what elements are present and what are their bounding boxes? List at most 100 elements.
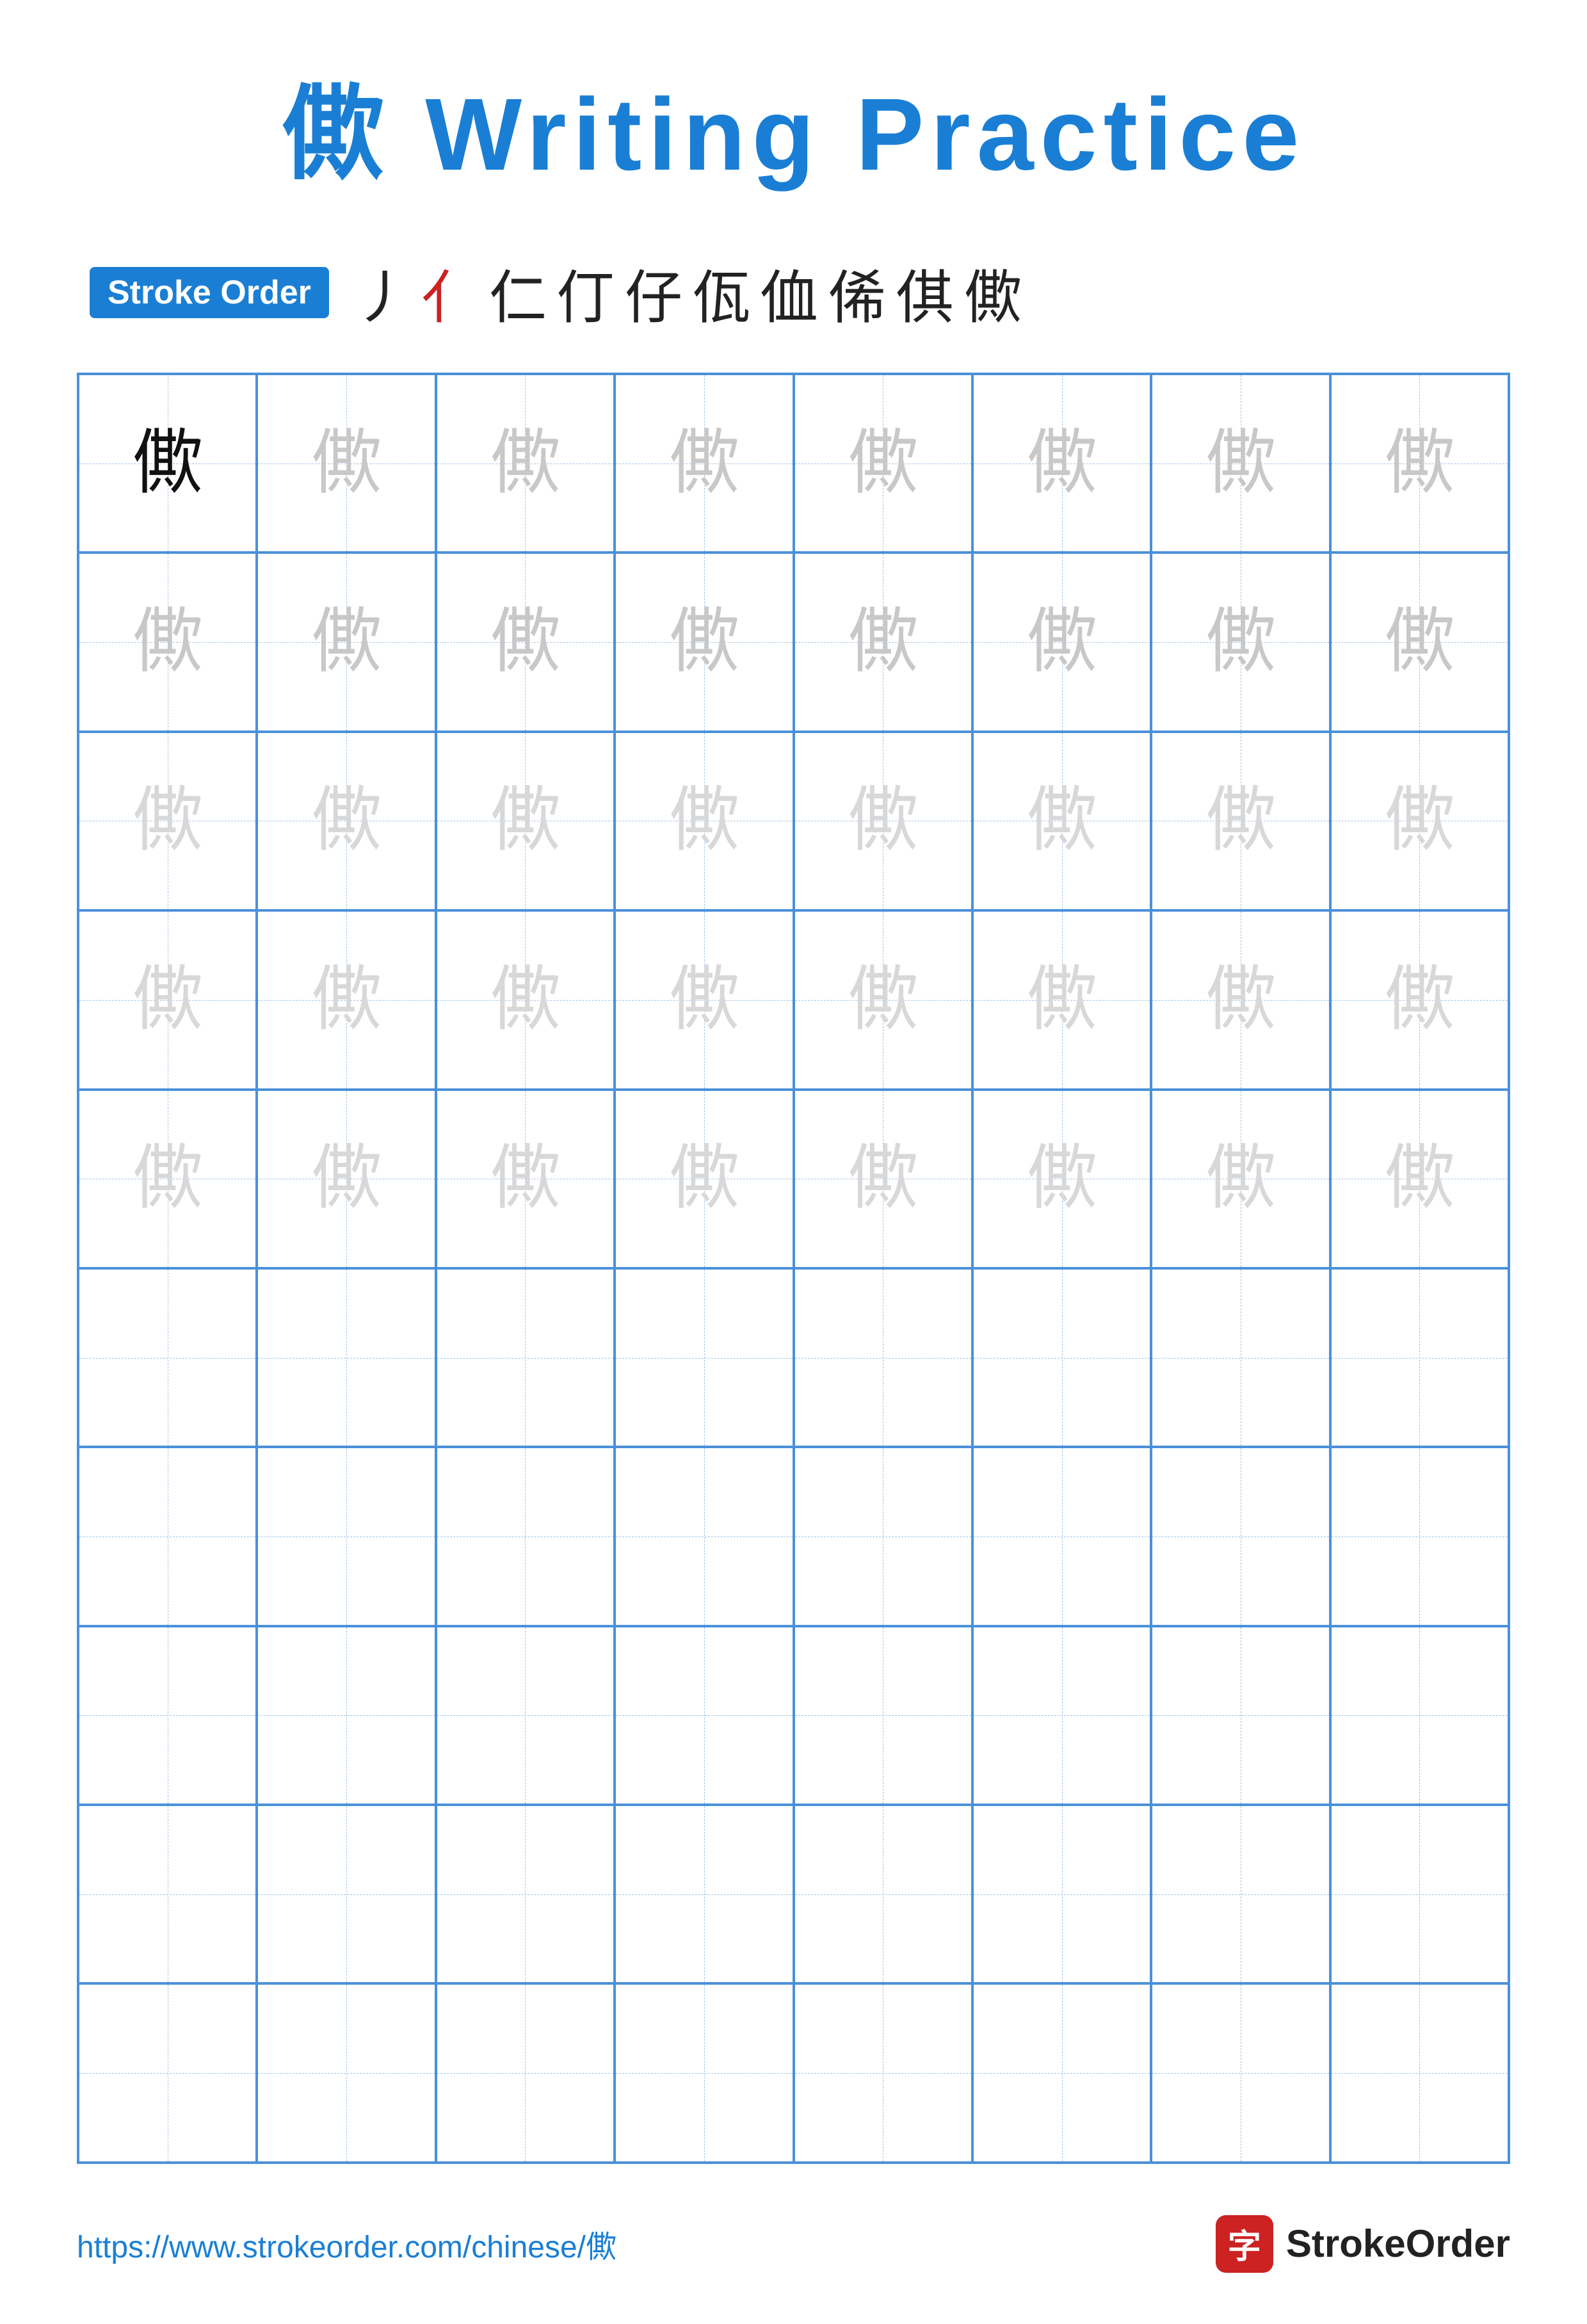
grid-cell-9-3[interactable]	[615, 1983, 793, 2162]
grid-cell-4-0[interactable]: 僛	[78, 1090, 257, 1268]
grid-row-4: 僛 僛 僛 僛 僛 僛 僛 僛	[78, 1090, 1509, 1268]
grid-cell-5-5[interactable]	[972, 1268, 1151, 1447]
grid-cell-8-0[interactable]	[78, 1805, 257, 1983]
grid-cell-8-7[interactable]	[1330, 1805, 1509, 1983]
grid-cell-6-7[interactable]	[1330, 1447, 1509, 1626]
grid-cell-4-7[interactable]: 僛	[1330, 1090, 1509, 1268]
grid-cell-6-5[interactable]	[972, 1447, 1151, 1626]
grid-cell-2-0[interactable]: 僛	[78, 732, 257, 910]
char-display: 僛	[669, 1143, 739, 1214]
grid-cell-0-6[interactable]: 僛	[1151, 374, 1330, 553]
grid-cell-0-7[interactable]: 僛	[1330, 374, 1509, 553]
grid-cell-3-4[interactable]: 僛	[794, 910, 972, 1089]
grid-cell-9-4[interactable]	[794, 1983, 972, 2162]
grid-cell-5-6[interactable]	[1151, 1268, 1330, 1447]
grid-cell-5-7[interactable]	[1330, 1268, 1509, 1447]
grid-cell-4-1[interactable]: 僛	[257, 1090, 435, 1268]
footer-brand-name: StrokeOrder	[1286, 2222, 1510, 2266]
grid-cell-7-5[interactable]	[972, 1626, 1151, 1805]
grid-cell-0-3[interactable]: 僛	[615, 374, 793, 553]
grid-cell-9-5[interactable]	[972, 1983, 1151, 2162]
grid-cell-0-0[interactable]: 僛	[78, 374, 257, 553]
char-display: 僛	[133, 965, 203, 1035]
stroke-8: 俙	[828, 251, 886, 334]
grid-cell-4-2[interactable]: 僛	[436, 1090, 615, 1268]
grid-cell-8-2[interactable]	[436, 1805, 615, 1983]
grid-cell-7-2[interactable]	[436, 1626, 615, 1805]
stroke-order-row: Stroke Order 丿 亻 仁 仃 仔 佤 侐 俙 倛 僛	[77, 251, 1510, 334]
grid-cell-2-3[interactable]: 僛	[615, 732, 793, 910]
char-display: 僛	[1384, 607, 1454, 677]
char-display: 僛	[848, 607, 918, 677]
stroke-10: 僛	[964, 251, 1022, 334]
grid-cell-9-0[interactable]	[78, 1983, 257, 2162]
grid-cell-7-0[interactable]	[78, 1626, 257, 1805]
grid-cell-4-3[interactable]: 僛	[615, 1090, 793, 1268]
grid-cell-6-0[interactable]	[78, 1447, 257, 1626]
char-display: 僛	[133, 786, 203, 856]
grid-cell-8-4[interactable]	[794, 1805, 972, 1983]
grid-cell-3-5[interactable]: 僛	[972, 910, 1151, 1089]
grid-cell-5-1[interactable]	[257, 1268, 435, 1447]
grid-cell-6-3[interactable]	[615, 1447, 793, 1626]
char-display: 僛	[1027, 786, 1097, 856]
grid-cell-0-4[interactable]: 僛	[794, 374, 972, 553]
grid-cell-3-7[interactable]: 僛	[1330, 910, 1509, 1089]
grid-cell-5-2[interactable]	[436, 1268, 615, 1447]
grid-cell-3-3[interactable]: 僛	[615, 910, 793, 1089]
grid-row-9	[78, 1983, 1509, 2162]
grid-cell-7-1[interactable]	[257, 1626, 435, 1805]
grid-cell-3-6[interactable]: 僛	[1151, 910, 1330, 1089]
grid-cell-4-6[interactable]: 僛	[1151, 1090, 1330, 1268]
grid-cell-0-2[interactable]: 僛	[436, 374, 615, 553]
grid-cell-7-3[interactable]	[615, 1626, 793, 1805]
grid-cell-4-4[interactable]: 僛	[794, 1090, 972, 1268]
grid-cell-9-6[interactable]	[1151, 1983, 1330, 2162]
grid-cell-2-7[interactable]: 僛	[1330, 732, 1509, 910]
grid-cell-1-3[interactable]: 僛	[615, 553, 793, 731]
grid-cell-2-2[interactable]: 僛	[436, 732, 615, 910]
grid-cell-9-7[interactable]	[1330, 1983, 1509, 2162]
grid-cell-2-6[interactable]: 僛	[1151, 732, 1330, 910]
grid-cell-8-6[interactable]	[1151, 1805, 1330, 1983]
grid-cell-1-6[interactable]: 僛	[1151, 553, 1330, 731]
footer-logo: 字	[1216, 2215, 1273, 2273]
grid-cell-3-1[interactable]: 僛	[257, 910, 435, 1089]
grid-cell-7-7[interactable]	[1330, 1626, 1509, 1805]
grid-cell-6-4[interactable]	[794, 1447, 972, 1626]
grid-cell-1-7[interactable]: 僛	[1330, 553, 1509, 731]
grid-cell-8-1[interactable]	[257, 1805, 435, 1983]
grid-cell-1-4[interactable]: 僛	[794, 553, 972, 731]
grid-cell-7-4[interactable]	[794, 1626, 972, 1805]
grid-cell-9-2[interactable]	[436, 1983, 615, 2162]
grid-cell-2-1[interactable]: 僛	[257, 732, 435, 910]
grid-cell-1-1[interactable]: 僛	[257, 553, 435, 731]
char-display: 僛	[848, 786, 918, 856]
grid-cell-6-1[interactable]	[257, 1447, 435, 1626]
grid-cell-4-5[interactable]: 僛	[972, 1090, 1151, 1268]
char-display: 僛	[490, 1143, 560, 1214]
grid-cell-5-0[interactable]	[78, 1268, 257, 1447]
footer-url[interactable]: https://www.strokeorder.com/chinese/僛	[77, 2222, 616, 2266]
grid-cell-6-6[interactable]	[1151, 1447, 1330, 1626]
grid-cell-0-5[interactable]: 僛	[972, 374, 1151, 553]
grid-cell-5-3[interactable]	[615, 1268, 793, 1447]
grid-cell-8-5[interactable]	[972, 1805, 1151, 1983]
grid-cell-3-2[interactable]: 僛	[436, 910, 615, 1089]
grid-cell-6-2[interactable]	[436, 1447, 615, 1626]
grid-cell-5-4[interactable]	[794, 1268, 972, 1447]
stroke-order-badge[interactable]: Stroke Order	[90, 267, 329, 318]
footer-brand: 字 StrokeOrder	[1216, 2215, 1510, 2273]
grid-cell-1-2[interactable]: 僛	[436, 553, 615, 731]
char-display: 僛	[848, 1143, 918, 1214]
grid-cell-9-1[interactable]	[257, 1983, 435, 2162]
grid-cell-8-3[interactable]	[615, 1805, 793, 1983]
grid-cell-2-4[interactable]: 僛	[794, 732, 972, 910]
grid-cell-0-1[interactable]: 僛	[257, 374, 435, 553]
stroke-7: 侐	[761, 251, 818, 334]
grid-cell-2-5[interactable]: 僛	[972, 732, 1151, 910]
grid-cell-1-0[interactable]: 僛	[78, 553, 257, 731]
grid-cell-3-0[interactable]: 僛	[78, 910, 257, 1089]
grid-cell-1-5[interactable]: 僛	[972, 553, 1151, 731]
grid-cell-7-6[interactable]	[1151, 1626, 1330, 1805]
